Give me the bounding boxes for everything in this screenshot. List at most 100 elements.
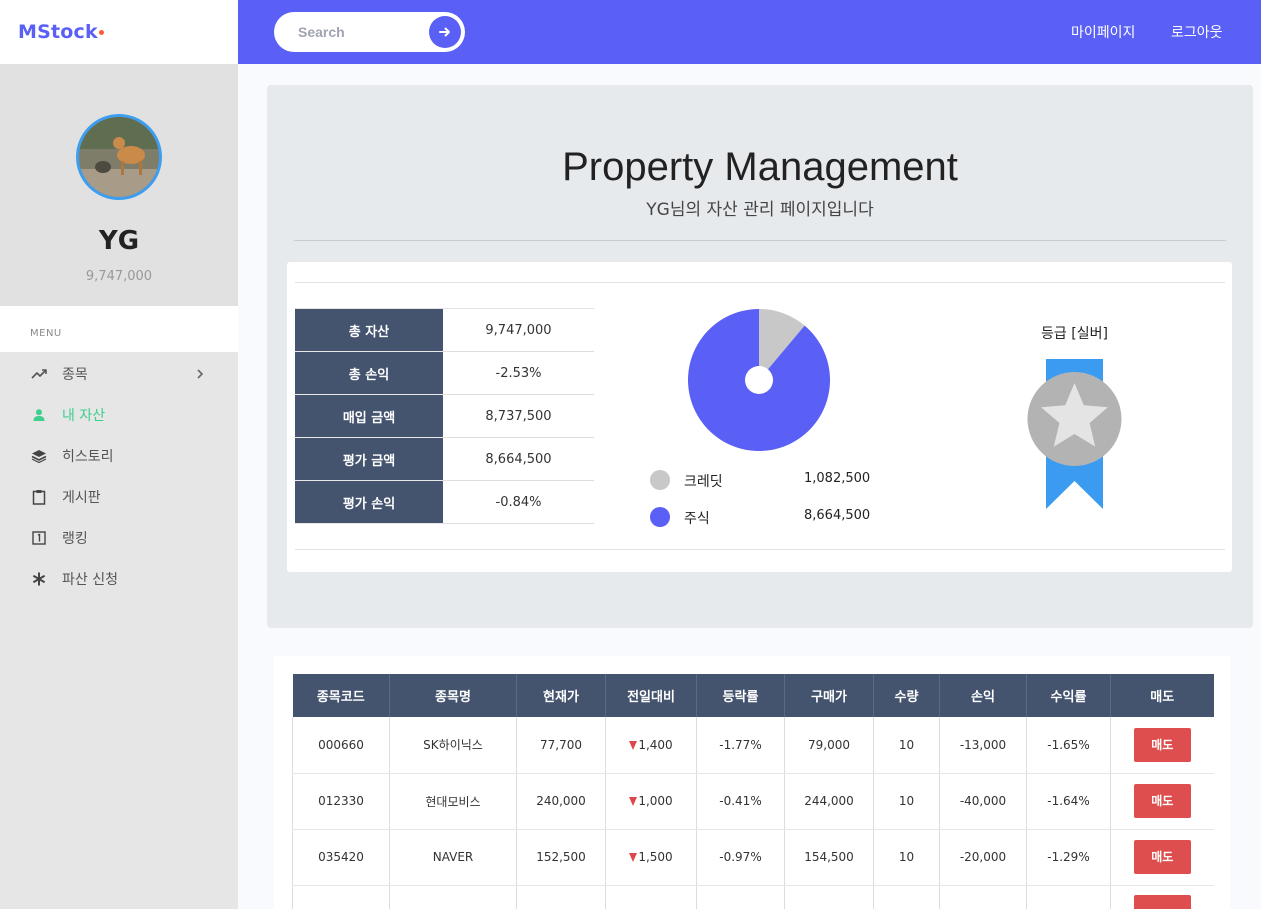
sidebar-item-label: 게시판 bbox=[62, 490, 101, 506]
asterisk-icon bbox=[30, 570, 48, 588]
day-change bbox=[605, 885, 697, 909]
sidebar-item-bankruptcy[interactable]: 파산 신청 bbox=[0, 561, 238, 597]
menu-header: MENU bbox=[0, 306, 238, 352]
sidebar-item-my-assets[interactable]: 내 자산 bbox=[0, 397, 238, 433]
profit-rate: -1.64% bbox=[1026, 773, 1111, 830]
holdings-table: 종목코드 종목명 현재가 전일대비 등락률 구매가 수량 손익 수익률 매도 0… bbox=[292, 674, 1214, 909]
sidebar-item-stocks[interactable]: 종목 bbox=[0, 356, 238, 392]
sidebar-item-board[interactable]: 게시판 bbox=[0, 479, 238, 515]
chevron-right-icon bbox=[197, 369, 204, 379]
sidebar-item-label: 종목 bbox=[62, 367, 88, 383]
column-header[interactable]: 매도 bbox=[1110, 674, 1214, 717]
avatar bbox=[76, 114, 162, 200]
current-price: 240,000 bbox=[516, 773, 606, 830]
legend-name: 주식 bbox=[684, 511, 710, 527]
buy-price: 79,000 bbox=[784, 717, 874, 774]
asset-summary-card: 총 자산 9,747,000 총 손익 -2.53% 매입 금액 8,737,5… bbox=[287, 262, 1232, 572]
table-row: 012330 현대모비스 240,000 1,000 -0.41% 244,00… bbox=[292, 773, 1214, 830]
pie-hole bbox=[745, 366, 773, 394]
quantity: 10 bbox=[873, 717, 940, 774]
stock-name[interactable]: SK하이닉스 bbox=[389, 717, 517, 774]
buy-price bbox=[784, 885, 874, 909]
stock-name[interactable]: 현대모비스 bbox=[389, 773, 517, 830]
current-price: 77,700 bbox=[516, 717, 606, 774]
table-row bbox=[292, 885, 1214, 909]
table-row: 035420 NAVER 152,500 1,500 -0.97% 154,50… bbox=[292, 829, 1214, 886]
summary-label: 평가 손익 bbox=[295, 480, 443, 524]
sell-button[interactable]: 매도 bbox=[1133, 784, 1191, 818]
brand-dot bbox=[98, 29, 104, 35]
down-triangle-icon bbox=[629, 797, 638, 806]
menu-title: MENU bbox=[30, 328, 62, 339]
change-rate: -0.97% bbox=[696, 829, 785, 886]
column-header[interactable]: 수량 bbox=[873, 674, 940, 717]
sell-cell: 매도 bbox=[1110, 717, 1214, 774]
column-header[interactable]: 구매가 bbox=[784, 674, 874, 717]
buy-price: 244,000 bbox=[784, 773, 874, 830]
sell-cell: 매도 bbox=[1110, 773, 1214, 830]
stock-name[interactable] bbox=[389, 885, 517, 909]
sell-button[interactable]: 매도 bbox=[1133, 727, 1191, 762]
table-header-row: 종목코드 종목명 현재가 전일대비 등락률 구매가 수량 손익 수익률 매도 bbox=[292, 674, 1214, 717]
legend-item-credit: 크레딧 1,082,500 bbox=[650, 469, 890, 491]
profile-balance: 9,747,000 bbox=[85, 269, 153, 284]
day-change-value: 1,000 bbox=[638, 794, 673, 808]
sidebar-item-history[interactable]: 히스토리 bbox=[0, 438, 238, 474]
profit-rate: -1.29% bbox=[1026, 829, 1111, 886]
sidebar-item-ranking[interactable]: 랭킹 bbox=[0, 520, 238, 556]
summary-row: 매입 금액 8,737,500 bbox=[295, 394, 594, 438]
search-input[interactable] bbox=[298, 20, 418, 44]
profit-rate: -1.65% bbox=[1026, 717, 1111, 774]
current-price bbox=[516, 885, 606, 909]
sell-button[interactable]: 매도 bbox=[1133, 840, 1191, 874]
clipboard-icon bbox=[30, 488, 48, 506]
summary-row: 총 자산 9,747,000 bbox=[295, 308, 594, 352]
profit-rate bbox=[1026, 885, 1111, 909]
quantity: 10 bbox=[873, 773, 940, 830]
mypage-link[interactable]: 마이페이지 bbox=[1071, 22, 1135, 42]
change-rate: -0.41% bbox=[696, 773, 785, 830]
avatar-photo bbox=[79, 117, 159, 197]
search-submit-button[interactable] bbox=[429, 16, 461, 48]
quantity: 10 bbox=[873, 829, 940, 886]
sidebar-item-label: 랭킹 bbox=[62, 531, 88, 547]
summary-label: 평가 금액 bbox=[295, 437, 443, 481]
stock-code: 035420 bbox=[292, 829, 390, 886]
summary-value: 8,664,500 bbox=[443, 437, 594, 481]
quantity bbox=[873, 885, 940, 909]
stock-code: 000660 bbox=[292, 717, 390, 774]
profile-name: YG bbox=[98, 226, 140, 256]
profit-loss bbox=[939, 885, 1027, 909]
page-subtitle: YG님의 자산 관리 페이지입니다 bbox=[646, 200, 874, 220]
column-header[interactable]: 수익률 bbox=[1026, 674, 1111, 717]
down-triangle-icon bbox=[629, 853, 638, 862]
silver-star-medal-icon bbox=[1027, 359, 1122, 509]
summary-label: 매입 금액 bbox=[295, 394, 443, 438]
day-change: 1,400 bbox=[605, 717, 697, 774]
legend-item-stock: 주식 8,664,500 bbox=[650, 506, 890, 528]
holdings-card: 종목코드 종목명 현재가 전일대비 등락률 구매가 수량 손익 수익률 매도 0… bbox=[274, 656, 1230, 909]
column-header[interactable]: 손익 bbox=[939, 674, 1027, 717]
sell-cell: 매도 bbox=[1110, 829, 1214, 886]
brand-name: MStock bbox=[18, 21, 98, 43]
down-triangle-icon bbox=[629, 740, 638, 750]
summary-label: 총 자산 bbox=[295, 308, 443, 352]
summary-value: 9,747,000 bbox=[443, 308, 594, 352]
day-change: 1,500 bbox=[605, 829, 697, 886]
column-header[interactable]: 종목코드 bbox=[292, 674, 390, 717]
sell-button[interactable] bbox=[1133, 894, 1191, 909]
stock-name[interactable]: NAVER bbox=[389, 829, 517, 886]
summary-value: -0.84% bbox=[443, 480, 594, 524]
column-header[interactable]: 등락률 bbox=[696, 674, 785, 717]
column-header[interactable]: 현재가 bbox=[516, 674, 606, 717]
sidebar: YG 9,747,000 MENU 종목 내 자산 히스토리 게시판 랭킹 파산… bbox=[0, 64, 238, 909]
logout-link[interactable]: 로그아웃 bbox=[1171, 22, 1223, 42]
column-header[interactable]: 전일대비 bbox=[605, 674, 697, 717]
summary-value: 8,737,500 bbox=[443, 394, 594, 438]
pie-svg bbox=[688, 309, 830, 451]
day-change-value: 1,400 bbox=[638, 737, 673, 752]
table-row: 000660 SK하이닉스 77,700 1,400 -1.77% 79,000… bbox=[292, 717, 1214, 774]
property-panel: Property Management YG님의 자산 관리 페이지입니다 총 … bbox=[267, 85, 1253, 628]
brand-logo[interactable]: MStock bbox=[0, 0, 238, 64]
column-header[interactable]: 종목명 bbox=[389, 674, 517, 717]
